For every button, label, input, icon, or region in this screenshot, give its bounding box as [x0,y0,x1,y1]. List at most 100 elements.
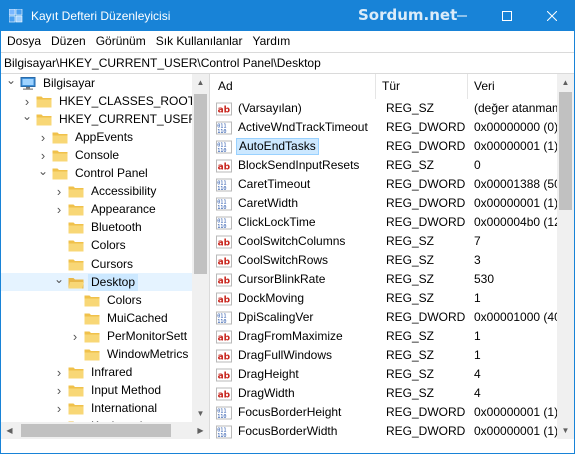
minimize-icon [456,15,467,17]
value-row[interactable]: 011 110 CaretWidth REG_DWORD 0x00000001 (1) [212,194,558,213]
value-row[interactable]: ab DockMoving REG_SZ 1 [212,289,557,308]
tree-item[interactable]: ⌄ Bilgisayar [5,74,98,92]
expand-arrow-closed-icon[interactable]: › [69,327,81,345]
maximize-button[interactable] [484,1,529,31]
tree-item-label: Input Method [91,383,162,398]
folder-icon [84,331,100,343]
tree-item-label: MuiCached [107,310,168,325]
tree-item-label: Cursors [91,256,134,271]
value-type: REG_DWORD [386,139,466,153]
tree-item[interactable]: Colors [53,237,129,255]
value-data: 530 [474,272,495,286]
title-bar[interactable]: Kayıt Defteri Düzenleyicisi Sordum.net [1,1,574,31]
menu-view[interactable]: Görünüm [92,31,152,52]
tree-hscroll-thumb[interactable] [21,424,171,437]
tree-item[interactable]: › Input Method [53,382,164,400]
tree-item[interactable]: MuiCached [69,309,171,327]
value-name: DockMoving [238,291,305,305]
tree-scroll-thumb[interactable] [194,94,207,274]
value-row[interactable]: ab DragFromMaximize REG_SZ 1 [212,327,557,346]
expand-arrow-closed-icon[interactable]: › [37,128,49,146]
svg-text:110: 110 [217,148,226,154]
expand-arrow-open-icon[interactable]: ⌄ [5,74,17,89]
expand-arrow-closed-icon[interactable]: › [53,400,65,418]
value-row[interactable]: ab CoolSwitchColumns REG_SZ 7 [212,232,557,251]
tree-item[interactable]: Colors [69,291,145,309]
tree-item[interactable]: Cursors [53,255,136,273]
string-value-icon: ab [216,273,232,286]
tree-item[interactable]: › AppEvents [37,128,136,146]
value-row[interactable]: ab DragFullWindows REG_SZ 1 [212,346,557,365]
menu-help[interactable]: Yardım [248,31,296,52]
tree-item[interactable]: › HKEY_CLASSES_ROOT [21,92,198,110]
value-name: ActiveWndTrackTimeout [238,120,368,134]
expand-arrow-closed-icon[interactable]: › [53,201,65,219]
tree-item[interactable]: › Appearance [53,201,159,219]
value-row[interactable]: 011 110 CaretTimeout REG_DWORD 0x00001388 (5… [212,175,569,194]
list-scroll-thumb[interactable] [559,92,572,210]
menu-file[interactable]: Dosya [3,31,47,52]
column-header-type[interactable]: Tür [376,74,468,99]
tree-item[interactable]: › Infrared [53,364,135,382]
tree-item[interactable]: ⌄ Control Panel [37,162,151,183]
tree-item[interactable]: ⌄ HKEY_CURRENT_USER [21,107,200,128]
tree-item[interactable]: ⌄ Desktop [1,270,192,292]
value-row[interactable]: 011 110 DpiScalingVer REG_DWORD 0x00001000 (… [212,308,569,327]
column-header-name[interactable]: Ad [212,74,376,99]
binary-value-icon: 011110 [216,216,232,230]
minimize-button[interactable] [439,1,484,31]
value-row[interactable]: 011 110 AutoEndTasks REG_DWORD 0x00000001 (1… [212,137,558,156]
tree-item[interactable]: › Console [37,146,122,164]
list-vertical-scrollbar[interactable]: ▲ ▼ [557,74,574,439]
address-bar[interactable]: Bilgisayar\HKEY_CURRENT_USER\Control Pan… [1,52,574,74]
menu-edit[interactable]: Düzen [47,31,92,52]
value-row[interactable]: 011 110 ActiveWndTrackTimeout REG_DWORD 0x00… [212,118,558,137]
tree-item[interactable]: › PerMonitorSett [69,327,190,345]
value-name-cell: 011 110 CaretTimeout [216,175,376,194]
value-row[interactable]: ab BlockSendInputResets REG_SZ 0 [212,156,557,175]
expand-arrow-closed-icon[interactable]: › [53,382,65,400]
value-row[interactable]: ab (Varsayılan) REG_SZ (değer atanmamış) [212,99,569,118]
expand-arrow-open-icon[interactable]: ⌄ [53,270,65,288]
value-row[interactable]: 011 110 FocusBorderHeight REG_DWORD 0x000000… [212,403,558,422]
expand-arrow-open-icon[interactable]: ⌄ [37,162,49,180]
menu-favorites[interactable]: Sık Kullanılanlar [152,31,249,52]
expand-arrow-closed-icon[interactable]: › [53,183,65,201]
expand-arrow-open-icon[interactable]: ⌄ [21,107,33,125]
binary-value-icon: 011110 [216,178,232,192]
scroll-right-icon[interactable]: ▶ [192,422,209,439]
value-data: 4 [474,386,481,400]
svg-text:110: 110 [217,129,226,135]
folder-icon [52,150,68,162]
tree-vertical-scrollbar[interactable]: ▲ ▼ [192,74,209,422]
value-row[interactable]: 011 110 FocusBorderWidth REG_DWORD 0x0000000… [212,422,558,439]
value-type: REG_DWORD [386,177,466,191]
tree-horizontal-scrollbar[interactable]: ◀ ▶ [1,422,209,439]
expand-arrow-closed-icon[interactable]: › [53,364,65,382]
folder-icon [52,132,68,144]
folder-icon [84,313,100,325]
close-button[interactable] [529,1,574,31]
value-row[interactable]: 011 110 ClickLockTime REG_DWORD 0x000004b0 (… [212,213,569,232]
svg-text:110: 110 [217,186,226,192]
value-row[interactable]: ab DragWidth REG_SZ 4 [212,384,557,403]
value-row[interactable]: ab CoolSwitchRows REG_SZ 3 [212,251,557,270]
scroll-up-icon[interactable]: ▲ [192,74,209,91]
tree-item[interactable]: › Accessibility [53,183,159,201]
value-row[interactable]: ab CursorBlinkRate REG_SZ 530 [212,270,557,289]
tree-item[interactable]: Bluetooth [53,219,145,237]
scroll-left-icon[interactable]: ◀ [1,422,18,439]
value-type: REG_SZ [386,272,435,286]
value-type: REG_DWORD [386,215,466,229]
tree-item-label: Infrared [91,365,133,380]
tree-item[interactable]: WindowMetrics [69,346,191,364]
value-row[interactable]: ab DragHeight REG_SZ 4 [212,365,557,384]
tree-item-label: Control Panel [75,166,148,180]
tree-item[interactable]: › International [53,400,160,418]
scroll-up-icon[interactable]: ▲ [557,74,574,91]
value-name: DpiScalingVer [238,310,314,324]
scroll-down-icon[interactable]: ▼ [557,422,574,439]
scroll-down-icon[interactable]: ▼ [192,405,209,422]
string-value-icon: ab [216,330,232,343]
